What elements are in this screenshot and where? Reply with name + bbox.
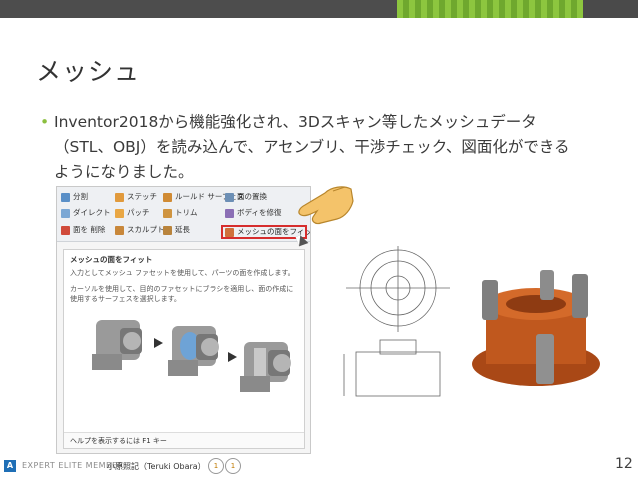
mesh-drawing-image [336, 244, 608, 418]
tooltip-help: ヘルプを表示するには F1 キー [64, 432, 304, 448]
bullet-text: • Inventor2018から機能強化され、3Dスキャン等したメッシュデータ … [40, 110, 600, 185]
medal-icon-1: 1 [208, 458, 224, 474]
ribbon-button-sculpt[interactable]: スカルプト [115, 224, 165, 236]
ribbon-button-patch[interactable]: パッチ [115, 207, 150, 219]
stitch-icon [115, 192, 124, 202]
delete-face-icon [61, 225, 70, 235]
ribbon-button-direct[interactable]: ダイレクト [61, 207, 111, 219]
mesh-model-image-1 [92, 320, 142, 370]
arrow-icon-1 [154, 338, 163, 348]
footer: A EXPERT ELITE MEMBER 小原照記（Teruki Obara）… [0, 456, 638, 479]
trim-icon [163, 208, 172, 218]
direct-edit-icon [61, 208, 70, 218]
bullet-dot-icon: • [40, 113, 50, 131]
tooltip-title: メッシュの面をフィット [70, 255, 153, 264]
page-number: 12 [615, 456, 633, 472]
author-name: 小原照記（Teruki Obara） [107, 462, 206, 471]
medal-icon-2: 1 [225, 458, 241, 474]
header-dark-block [583, 0, 638, 18]
repair-bodies-icon [225, 208, 234, 218]
bullet-line-2: （STL、OBJ）を読み込んで、アセンブリ、干渉チェック、図面化ができる [54, 138, 570, 156]
autodesk-logo-icon: A [4, 460, 16, 472]
mesh-model-image-3 [240, 342, 291, 392]
tooltip-desc-2: カーソルを使用して、目的のファセットにブラシを適用し、面の作成に使用するサーフェ… [70, 285, 294, 303]
ribbon-panel: 分割 ダイレクト 面を 削除 ステッチ パッチ スカルプト ルールド サーフェス… [57, 187, 310, 247]
sculpt-icon [115, 225, 124, 235]
bullet-line-1: Inventor2018から機能強化され、3Dスキャン等したメッシュデータ [54, 113, 537, 131]
patch-icon [115, 208, 124, 218]
extend-icon [163, 225, 172, 235]
ribbon-button-trim[interactable]: トリム [163, 207, 198, 219]
ribbon-button-repair-bodies[interactable]: ボディを修復 [225, 207, 281, 219]
arrow-icon-2 [228, 352, 237, 362]
ribbon-screenshot: 分割 ダイレクト 面を 削除 ステッチ パッチ スカルプト ルールド サーフェス… [56, 186, 311, 454]
split-icon [61, 192, 70, 202]
ruled-surface-icon [163, 192, 172, 202]
bullet-line-3: ようになりました。 [54, 163, 194, 181]
mesh-model-image-2 [168, 326, 219, 376]
ribbon-button-delete-face[interactable]: 面を 削除 [61, 224, 105, 236]
slide-title: メッシュ [36, 57, 141, 86]
ribbon-button-split[interactable]: 分割 [61, 191, 88, 203]
tooltip-panel: メッシュの面をフィット 入力としてメッシュ ファセットを使用して、パーツの面を作… [63, 249, 305, 449]
ribbon-button-replace-face[interactable]: 面の置換 [225, 191, 267, 203]
ribbon-button-stitch[interactable]: ステッチ [115, 191, 157, 203]
tooltip-desc-1: 入力としてメッシュ ファセットを使用して、パーツの面を作成します。 [70, 269, 295, 277]
ribbon-button-extend[interactable]: 延長 [163, 224, 190, 236]
replace-face-icon [225, 192, 234, 202]
pointing-hand-icon [298, 186, 354, 225]
